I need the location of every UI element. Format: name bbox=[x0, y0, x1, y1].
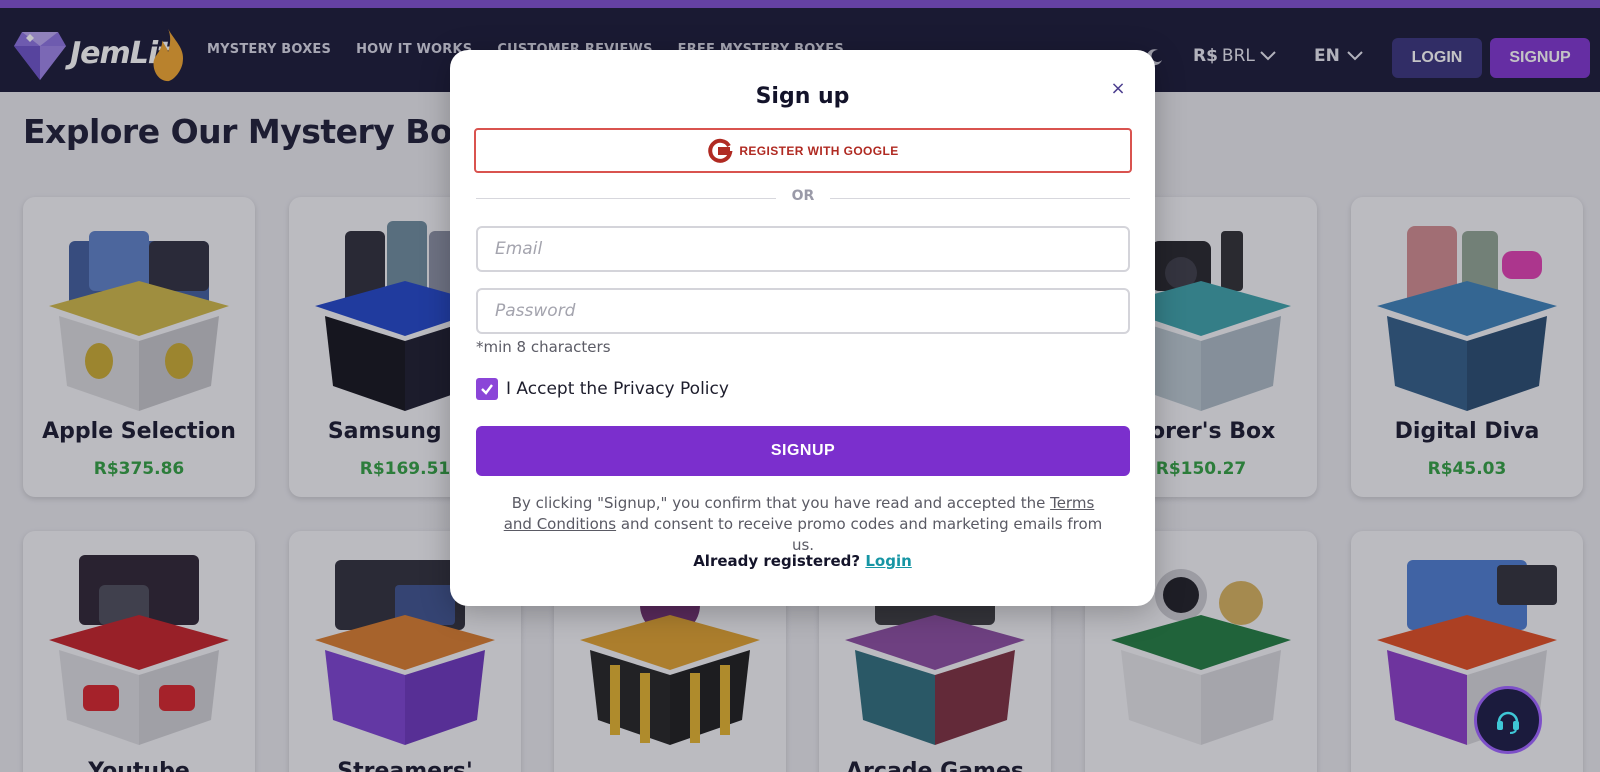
already-registered-text: Already registered? bbox=[693, 552, 861, 570]
terms-suffix: and consent to receive promo codes and m… bbox=[616, 515, 1103, 554]
google-button-label: REGISTER WITH GOOGLE bbox=[739, 143, 899, 158]
google-icon bbox=[708, 138, 733, 163]
signup-modal: Sign up × REGISTER WITH GOOGLE OR *min 8… bbox=[450, 50, 1155, 606]
email-field[interactable] bbox=[476, 226, 1130, 272]
terms-prefix: By clicking "Signup," you confirm that y… bbox=[511, 494, 1051, 512]
terms-notice: By clicking "Signup," you confirm that y… bbox=[500, 493, 1106, 556]
privacy-checkbox[interactable] bbox=[476, 378, 498, 400]
password-field[interactable] bbox=[476, 288, 1130, 334]
modal-title: Sign up bbox=[755, 84, 850, 109]
modal-signup-button[interactable]: SIGNUP bbox=[476, 426, 1130, 476]
or-separator: OR bbox=[791, 188, 815, 204]
password-hint: *min 8 characters bbox=[476, 338, 611, 356]
divider-left bbox=[476, 198, 776, 199]
support-chat-button[interactable] bbox=[1474, 686, 1542, 754]
register-with-google-button[interactable]: REGISTER WITH GOOGLE bbox=[474, 128, 1132, 173]
already-registered: Already registered? Login bbox=[450, 552, 1155, 570]
privacy-label[interactable]: I Accept the Privacy Policy bbox=[506, 379, 729, 399]
headset-icon bbox=[1497, 711, 1519, 734]
checkmark-icon bbox=[481, 384, 493, 395]
login-link[interactable]: Login bbox=[865, 552, 911, 570]
close-icon[interactable]: × bbox=[1108, 78, 1128, 99]
divider-right bbox=[830, 198, 1130, 199]
